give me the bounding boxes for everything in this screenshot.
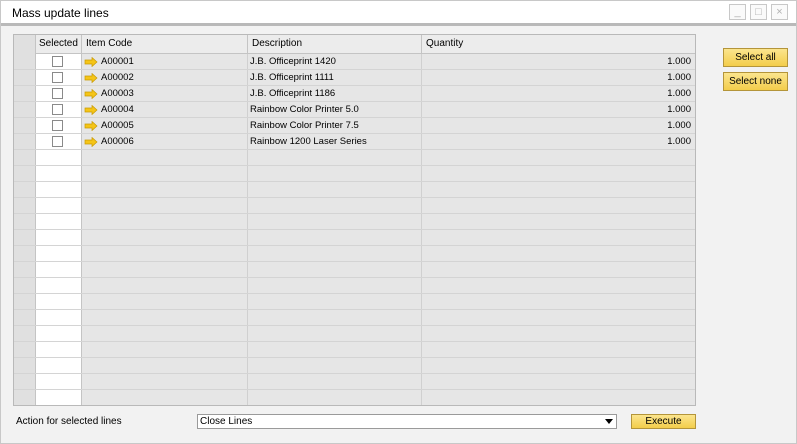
execute-button[interactable]: Execute [631,414,696,429]
description-cell: Rainbow 1200 Laser Series [250,136,367,147]
item-code-cell: A00001 [101,56,134,67]
row-divider [14,309,695,310]
select-all-button[interactable]: Select all [723,48,788,67]
column-header-item-code[interactable]: Item Code [82,35,248,54]
link-arrow-icon[interactable] [84,57,98,67]
description-cell: Rainbow Color Printer 5.0 [250,104,359,115]
row-selected-checkbox[interactable] [52,56,63,67]
column-header-selected[interactable]: Selected [36,35,82,54]
select-none-button[interactable]: Select none [723,72,788,91]
title-bar: Mass update lines _ □ × [1,1,796,23]
item-code-cell: A00003 [101,88,134,99]
row-header-column [14,35,36,405]
row-divider [14,229,695,230]
description-cell: J.B. Officeprint 1111 [250,72,334,83]
row-divider [14,373,695,374]
column-divider [247,54,248,405]
link-arrow-icon[interactable] [84,89,98,99]
close-button[interactable]: × [771,4,788,20]
item-code-cell: A00002 [101,72,134,83]
row-divider [14,261,695,262]
row-divider [14,341,695,342]
row-divider [14,197,695,198]
row-divider [14,293,695,294]
column-header-quantity[interactable]: Quantity [422,35,695,54]
action-label: Action for selected lines [16,416,122,427]
lines-grid: Selected Item Code Description Quantity … [13,34,696,406]
quantity-cell: 1.000 [667,72,691,83]
link-arrow-icon[interactable] [84,121,98,131]
link-arrow-icon[interactable] [84,73,98,83]
row-selected-checkbox[interactable] [52,120,63,131]
column-divider [421,54,422,405]
row-divider [14,357,695,358]
row-divider [14,389,695,390]
action-dropdown-value: Close Lines [200,416,253,427]
description-cell: J.B. Officeprint 1186 [250,88,336,99]
item-code-cell: A00005 [101,120,134,131]
link-arrow-icon[interactable] [84,105,98,115]
title-separator [1,23,796,26]
item-code-cell: A00004 [101,104,134,115]
quantity-cell: 1.000 [667,88,691,99]
description-cell: Rainbow Color Printer 7.5 [250,120,359,131]
row-divider [14,325,695,326]
row-selected-checkbox[interactable] [52,72,63,83]
row-divider [14,165,695,166]
link-arrow-icon[interactable] [84,137,98,147]
row-divider [14,245,695,246]
quantity-cell: 1.000 [667,120,691,131]
chevron-down-icon[interactable] [605,419,613,424]
row-selected-checkbox[interactable] [52,88,63,99]
action-dropdown[interactable]: Close Lines [197,414,617,429]
minimize-button[interactable]: _ [729,4,746,20]
row-selected-checkbox[interactable] [52,136,63,147]
maximize-button[interactable]: □ [750,4,767,20]
item-code-cell: A00006 [101,136,134,147]
quantity-cell: 1.000 [667,104,691,115]
description-cell: J.B. Officeprint 1420 [250,56,336,67]
column-header-description[interactable]: Description [248,35,422,54]
quantity-cell: 1.000 [667,56,691,67]
row-divider [14,181,695,182]
row-divider [14,405,695,406]
quantity-cell: 1.000 [667,136,691,147]
row-divider [14,277,695,278]
row-divider [14,213,695,214]
mass-update-window: Mass update lines _ □ × Selected Item Co… [0,0,797,444]
window-title: Mass update lines [12,6,109,20]
row-selected-checkbox[interactable] [52,104,63,115]
